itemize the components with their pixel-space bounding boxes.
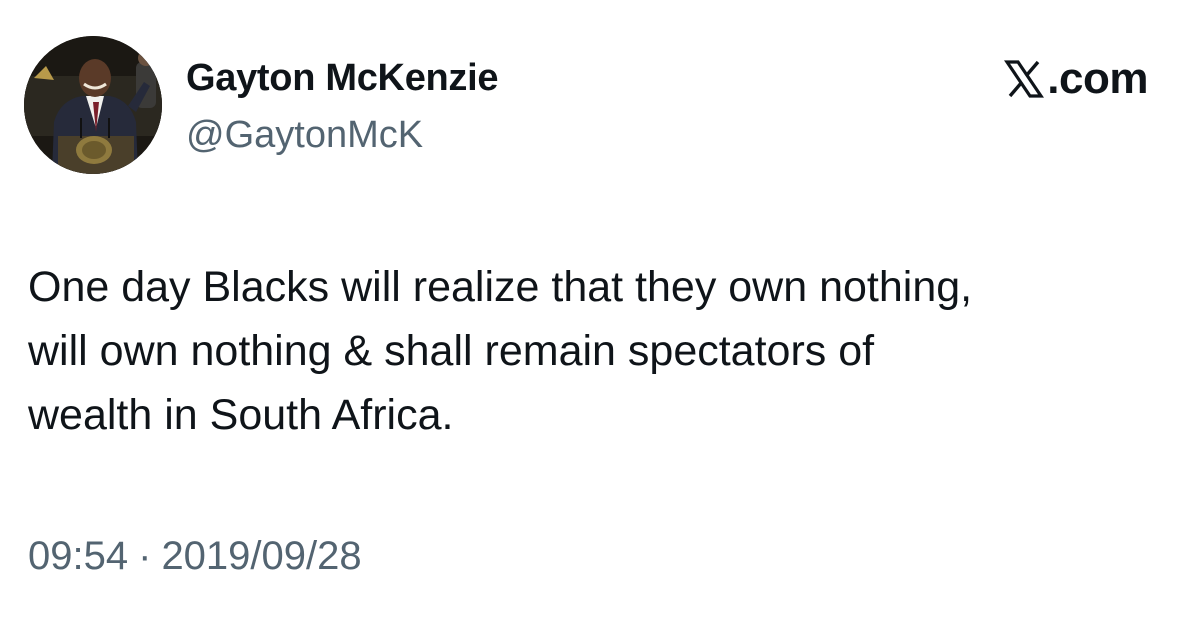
tweet-time: 09:54 xyxy=(28,534,129,578)
tweet-text-line: will own nothing & shall remain spectato… xyxy=(28,327,875,375)
tweet-timestamp[interactable]: 09:54 · 2019/09/28 xyxy=(28,532,362,580)
tweet-date: 2019/09/28 xyxy=(161,534,362,578)
author-avatar[interactable] xyxy=(24,36,162,174)
x-brand-watermark: .com xyxy=(1004,56,1148,102)
timestamp-separator: · xyxy=(138,534,152,578)
tweet-text-line: One day Blacks will realize that they ow… xyxy=(28,263,973,311)
brand-domain-text: .com xyxy=(1047,54,1148,103)
avatar-photo xyxy=(24,36,162,174)
author-display-name[interactable]: Gayton McKenzie xyxy=(186,55,499,101)
tweet-card: Gayton McKenzie @GaytonMcK .com One day … xyxy=(0,0,1200,619)
tweet-text: One day Blacks will realize that they ow… xyxy=(28,255,1178,447)
tweet-text-line: wealth in South Africa. xyxy=(28,391,454,439)
x-logo-icon xyxy=(1004,59,1045,99)
author-handle[interactable]: @GaytonMcK xyxy=(186,112,423,158)
